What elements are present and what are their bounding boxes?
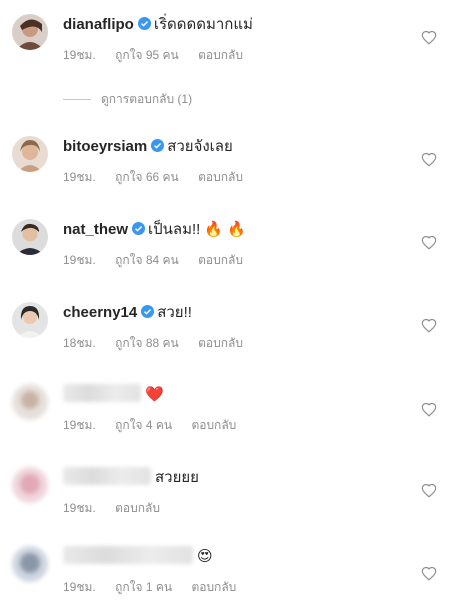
- red-heart-emoji: ❤️: [145, 386, 164, 403]
- comment-likes[interactable]: ถูกใจ 4 คน: [115, 418, 172, 432]
- comment-likes[interactable]: ถูกใจ 84 คน: [115, 253, 179, 267]
- comment-time: 19ชม.: [63, 501, 96, 515]
- reply-button[interactable]: ตอบกลับ: [191, 580, 236, 594]
- heart-outline-icon[interactable]: [421, 318, 437, 333]
- redacted-username: [63, 384, 141, 402]
- avatar[interactable]: [12, 546, 48, 582]
- comment-username[interactable]: bitoeyrsiam: [63, 138, 147, 155]
- avatar[interactable]: [12, 219, 48, 255]
- comment-time: 19ชม.: [63, 580, 96, 594]
- verified-badge-icon: [132, 222, 146, 235]
- comment-likes[interactable]: ถูกใจ 66 คน: [115, 170, 179, 184]
- avatar[interactable]: [12, 14, 48, 50]
- heart-outline-icon[interactable]: [421, 30, 437, 45]
- comment-text: สวยยย: [155, 469, 199, 486]
- heart-outline-icon[interactable]: [421, 152, 437, 167]
- view-replies-label: ดูการตอบกลับ (1): [101, 92, 193, 106]
- comment-likes[interactable]: ถูกใจ 95 คน: [115, 48, 179, 62]
- comment-likes[interactable]: ถูกใจ 1 คน: [115, 580, 172, 594]
- divider: [63, 99, 91, 100]
- redacted-username: [63, 467, 151, 485]
- comment-time: 18ชม.: [63, 336, 96, 350]
- comment-username[interactable]: dianaflipo: [63, 16, 134, 33]
- verified-badge-icon: [141, 305, 155, 318]
- view-replies-button[interactable]: ดูการตอบกลับ (1): [63, 90, 192, 109]
- reply-button[interactable]: ตอบกลับ: [198, 336, 243, 350]
- fire-emoji: 🔥 🔥: [204, 221, 246, 238]
- heart-outline-icon[interactable]: [421, 402, 437, 417]
- comment-likes[interactable]: ถูกใจ 88 คน: [115, 336, 179, 350]
- comment-time: 19ชม.: [63, 170, 96, 184]
- reply-button[interactable]: ตอบกลับ: [198, 253, 243, 267]
- heart-outline-icon[interactable]: [421, 566, 437, 581]
- verified-badge-icon: [151, 139, 165, 152]
- comment-text: เริ่ดดดดมากแม่: [153, 16, 253, 33]
- avatar[interactable]: [12, 384, 48, 420]
- redacted-username: [63, 546, 193, 564]
- comment-username[interactable]: nat_thew: [63, 221, 128, 238]
- comment-text: เป็นลม!!: [148, 221, 201, 238]
- comment-time: 19ชม.: [63, 418, 96, 432]
- avatar[interactable]: [12, 467, 48, 503]
- comment-time: 19ชม.: [63, 48, 96, 62]
- avatar[interactable]: [12, 302, 48, 338]
- verified-badge-icon: [137, 17, 151, 30]
- comment-text: สวย!!: [157, 304, 192, 321]
- reply-button[interactable]: ตอบกลับ: [191, 418, 236, 432]
- heart-eyes-emoji: 😍: [197, 548, 213, 565]
- heart-outline-icon[interactable]: [421, 483, 437, 498]
- comment-username[interactable]: cheerny14: [63, 304, 137, 321]
- avatar[interactable]: [12, 136, 48, 172]
- heart-outline-icon[interactable]: [421, 235, 437, 250]
- reply-button[interactable]: ตอบกลับ: [115, 501, 160, 515]
- reply-button[interactable]: ตอบกลับ: [198, 170, 243, 184]
- comment-time: 19ชม.: [63, 253, 96, 267]
- reply-button[interactable]: ตอบกลับ: [198, 48, 243, 62]
- comment-text: สวยจังเลย: [167, 138, 233, 155]
